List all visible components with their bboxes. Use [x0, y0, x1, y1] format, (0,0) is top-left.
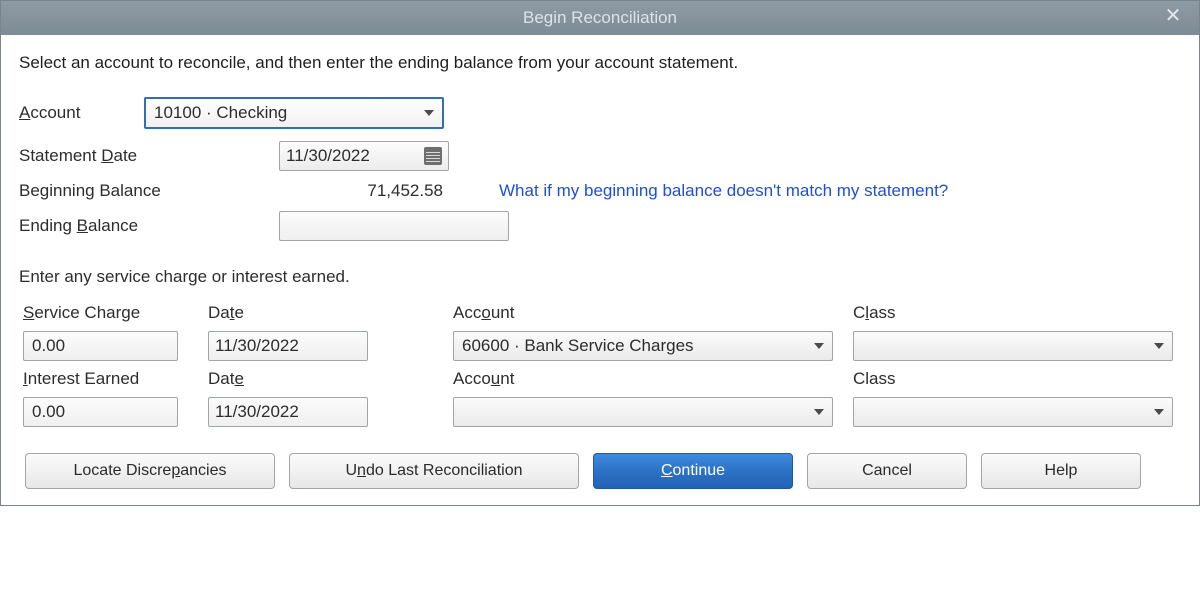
calendar-icon[interactable]: [424, 147, 442, 165]
service-charge-date-input[interactable]: 11/30/2022: [208, 331, 368, 361]
chevron-down-icon: [1154, 343, 1164, 349]
interest-earned-input[interactable]: 0.00: [23, 397, 178, 427]
beginning-balance-value: 71,452.58: [279, 181, 449, 201]
service-charge-input[interactable]: 0.00: [23, 331, 178, 361]
locate-discrepancies-button[interactable]: Locate Discrepancies: [25, 453, 275, 489]
account-row: Account 10100 · Checking: [19, 97, 1181, 129]
ending-balance-input[interactable]: [279, 211, 509, 241]
balance-help-link[interactable]: What if my beginning balance doesn't mat…: [499, 181, 1181, 201]
charges-grid: Service Charge Date Account Class 0.00 1…: [23, 303, 1181, 427]
close-icon[interactable]: ✕: [1161, 5, 1185, 29]
ie-account-header: Account: [453, 369, 843, 389]
sc-date-header: Date: [208, 303, 443, 323]
chevron-down-icon: [814, 409, 824, 415]
statement-date-value: 11/30/2022: [286, 146, 370, 166]
instruction-text: Select an account to reconcile, and then…: [19, 53, 1181, 73]
interest-earned-class-dropdown[interactable]: [853, 397, 1173, 427]
ie-date-header: Date: [208, 369, 443, 389]
interest-earned-account-dropdown[interactable]: [453, 397, 833, 427]
chevron-down-icon: [814, 343, 824, 349]
chevron-down-icon: [424, 110, 434, 116]
undo-last-reconciliation-button[interactable]: Undo Last Reconciliation: [289, 453, 579, 489]
account-dropdown-value: 10100 · Checking: [154, 103, 287, 123]
service-charge-class-dropdown[interactable]: [853, 331, 1173, 361]
interest-earned-date-input[interactable]: 11/30/2022: [208, 397, 368, 427]
titlebar: Begin Reconciliation ✕: [1, 1, 1199, 35]
cancel-button[interactable]: Cancel: [807, 453, 967, 489]
sc-account-header: Account: [453, 303, 843, 323]
service-charge-account-dropdown[interactable]: 60600 · Bank Service Charges: [453, 331, 833, 361]
ie-class-header: Class: [853, 369, 1200, 389]
beginning-balance-label: Beginning Balance: [19, 181, 279, 201]
account-label: Account: [19, 103, 144, 123]
section2-label: Enter any service charge or interest ear…: [19, 267, 1181, 287]
service-charge-header: Service Charge: [23, 303, 198, 323]
balance-grid: Statement Date 11/30/2022 Beginning Bala…: [19, 141, 1181, 241]
help-button[interactable]: Help: [981, 453, 1141, 489]
window-title: Begin Reconciliation: [523, 8, 677, 28]
interest-earned-header: Interest Earned: [23, 369, 198, 389]
account-dropdown[interactable]: 10100 · Checking: [144, 97, 444, 129]
sc-class-header: Class: [853, 303, 1200, 323]
statement-date-label: Statement Date: [19, 146, 279, 166]
chevron-down-icon: [1154, 409, 1164, 415]
dialog-content: Select an account to reconcile, and then…: [1, 35, 1199, 505]
button-bar: Locate Discrepancies Undo Last Reconcili…: [19, 447, 1181, 491]
statement-date-input[interactable]: 11/30/2022: [279, 141, 449, 171]
ending-balance-label: Ending Balance: [19, 216, 279, 236]
begin-reconciliation-window: Begin Reconciliation ✕ Select an account…: [0, 0, 1200, 506]
continue-button[interactable]: Continue: [593, 453, 793, 489]
